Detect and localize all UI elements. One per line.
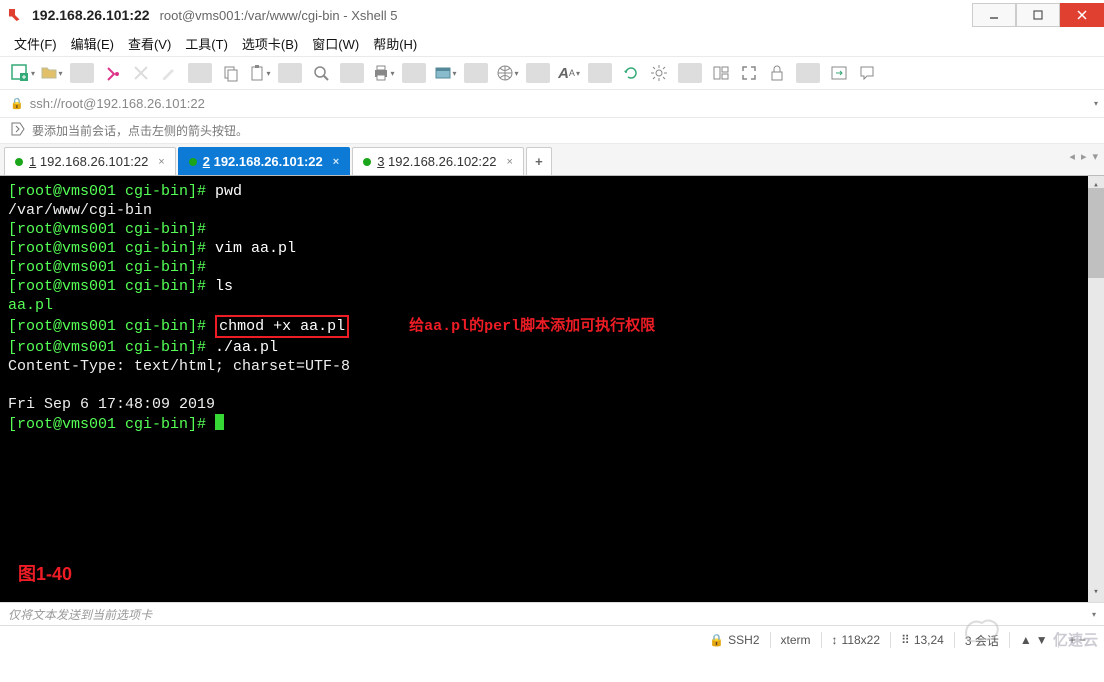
status-dot-icon: [189, 158, 197, 166]
toolbar-separator: [188, 63, 212, 83]
hint-bar: 要添加当前会话，点击左侧的箭头按钮。: [0, 118, 1104, 144]
menu-tabs[interactable]: 选项卡(B): [242, 34, 298, 53]
new-tab-button[interactable]: +: [526, 147, 552, 175]
tab-number: 2: [203, 154, 210, 169]
minimize-button[interactable]: [972, 3, 1016, 27]
toolbar-separator: [678, 63, 702, 83]
status-dot-icon: [363, 158, 371, 166]
fullscreen-button[interactable]: [737, 61, 761, 85]
edit-button[interactable]: [157, 61, 181, 85]
tab-menu-icon[interactable]: ▾: [1092, 150, 1098, 163]
session-tab-2[interactable]: 2 192.168.26.101:22 ×: [178, 147, 350, 175]
close-button[interactable]: [1060, 3, 1104, 27]
font-button[interactable]: AA▾: [557, 61, 581, 85]
toolbar-separator: [340, 63, 364, 83]
close-tab-icon[interactable]: ×: [158, 156, 164, 168]
address-dropdown-icon[interactable]: ▾: [1094, 99, 1098, 108]
toolbar-separator: [70, 63, 94, 83]
app-logo-icon: [6, 6, 24, 24]
watermark: 亿速云: [960, 615, 1098, 650]
watermark-text: 亿速云: [1053, 632, 1098, 649]
figure-label: 图1-40: [18, 565, 72, 584]
menu-window[interactable]: 窗口(W): [312, 34, 359, 53]
chat-button[interactable]: [855, 61, 879, 85]
menu-view[interactable]: 查看(V): [128, 34, 171, 53]
toolbar-separator: [796, 63, 820, 83]
transfer-button[interactable]: [827, 61, 851, 85]
tab-label: 192.168.26.102:22: [388, 154, 496, 169]
input-placeholder: 仅将文本发送到当前选项卡: [8, 606, 152, 623]
find-button[interactable]: [309, 61, 333, 85]
address-text[interactable]: ssh://root@192.168.26.101:22: [30, 96, 1087, 111]
tab-number: 1: [29, 154, 36, 169]
session-tab-1[interactable]: 1 192.168.26.101:22 ×: [4, 147, 176, 175]
menu-edit[interactable]: 编辑(E): [71, 34, 114, 53]
settings-button[interactable]: [647, 61, 671, 85]
status-cursor-pos: ⠿13,24: [891, 633, 954, 647]
status-protocol: 🔒SSH2: [699, 633, 769, 647]
reconnect-button[interactable]: [101, 61, 125, 85]
window-title: 192.168.26.101:22: [32, 7, 150, 23]
properties-button[interactable]: ▾: [433, 61, 457, 85]
hint-text: 要添加当前会话，点击左侧的箭头按钮。: [32, 122, 248, 139]
titlebar: 192.168.26.101:22 root@vms001:/var/www/c…: [0, 0, 1104, 30]
status-term: xterm: [771, 633, 821, 647]
tab-nav: ◂ ▸ ▾: [1069, 150, 1098, 163]
layout-button[interactable]: [709, 61, 733, 85]
toolbar-separator: [402, 63, 426, 83]
tab-strip: 1 192.168.26.101:22 × 2 192.168.26.101:2…: [0, 144, 1104, 176]
address-bar: 🔒 ssh://root@192.168.26.101:22 ▾: [0, 90, 1104, 118]
status-bar: 🔒SSH2 xterm ↕118x22 ⠿13,24 3 会话 ▲▼ + −: [0, 626, 1104, 654]
window-subtitle: root@vms001:/var/www/cgi-bin - Xshell 5: [160, 8, 398, 23]
paste-button[interactable]: ▾: [247, 61, 271, 85]
tab-label: 192.168.26.101:22: [214, 154, 323, 169]
tab-next-icon[interactable]: ▸: [1081, 150, 1087, 163]
toolbar: ▾ ▾ ▾ ▾ ▾ ▾ AA▾: [0, 56, 1104, 90]
session-tab-3[interactable]: 3 192.168.26.102:22 ×: [352, 147, 524, 175]
scrollbar-thumb[interactable]: [1088, 188, 1104, 278]
close-tab-icon[interactable]: ×: [333, 156, 339, 168]
maximize-button[interactable]: [1016, 3, 1060, 27]
open-session-button[interactable]: ▾: [39, 61, 63, 85]
disconnect-button[interactable]: [129, 61, 153, 85]
lock-button[interactable]: [765, 61, 789, 85]
print-button[interactable]: ▾: [371, 61, 395, 85]
copy-button[interactable]: [219, 61, 243, 85]
bookmark-arrow-icon[interactable]: [10, 121, 26, 140]
toolbar-separator: [526, 63, 550, 83]
scrollbar[interactable]: ▴▾: [1088, 176, 1104, 602]
tab-prev-icon[interactable]: ◂: [1069, 150, 1075, 163]
terminal[interactable]: [root@vms001 cgi-bin]# pwd/var/www/cgi-b…: [0, 176, 1104, 602]
menubar: 文件(F) 编辑(E) 查看(V) 工具(T) 选项卡(B) 窗口(W) 帮助(…: [0, 30, 1104, 56]
globe-button[interactable]: ▾: [495, 61, 519, 85]
status-size: ↕118x22: [822, 633, 890, 647]
send-input-bar[interactable]: 仅将文本发送到当前选项卡 ▾: [0, 602, 1104, 626]
tab-number: 3: [377, 154, 384, 169]
toolbar-separator: [588, 63, 612, 83]
lock-icon: 🔒: [10, 97, 24, 110]
refresh-button[interactable]: [619, 61, 643, 85]
close-tab-icon[interactable]: ×: [506, 156, 512, 168]
toolbar-separator: [278, 63, 302, 83]
tab-label: 192.168.26.101:22: [40, 154, 148, 169]
menu-file[interactable]: 文件(F): [14, 34, 57, 53]
lock-icon: 🔒: [709, 633, 724, 647]
menu-tools[interactable]: 工具(T): [185, 34, 228, 53]
menu-help[interactable]: 帮助(H): [373, 34, 417, 53]
status-dot-icon: [15, 158, 23, 166]
toolbar-separator: [464, 63, 488, 83]
new-session-button[interactable]: ▾: [10, 61, 35, 85]
